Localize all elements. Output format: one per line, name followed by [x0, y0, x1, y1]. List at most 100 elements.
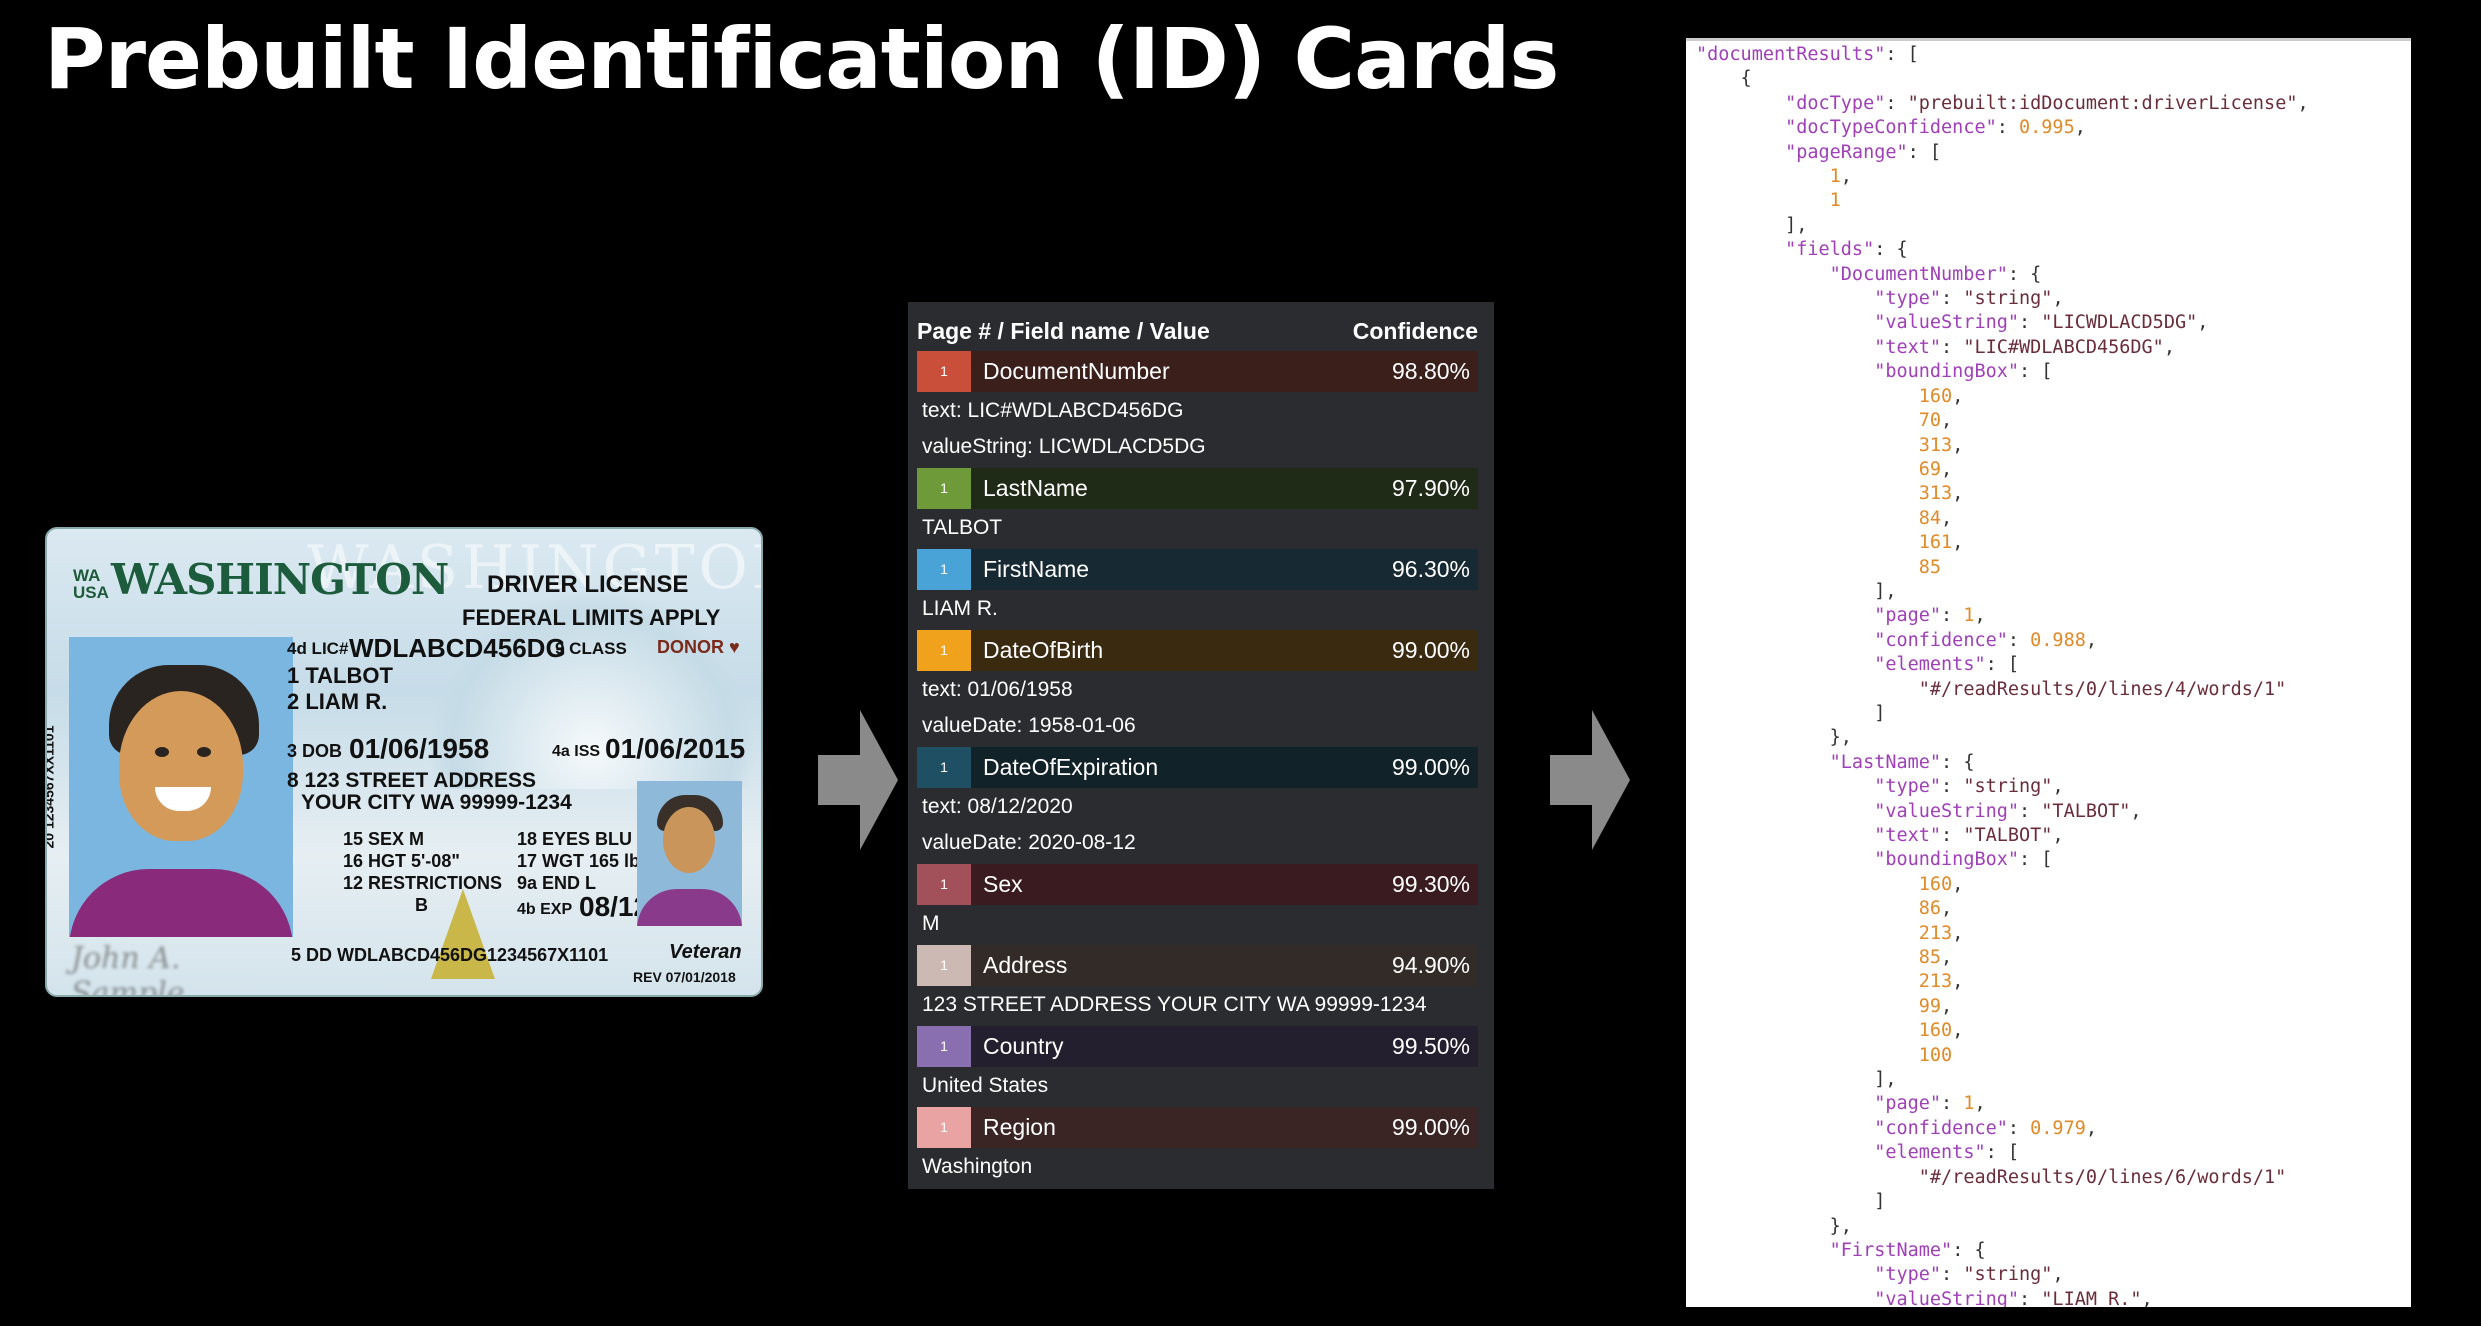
json-token: 99	[1918, 995, 1942, 1017]
json-token: 1	[1829, 166, 1841, 188]
table-row[interactable]: 1 FirstName 96.30%	[917, 549, 1478, 590]
json-line: 160,	[1696, 385, 2411, 409]
confidence-value: 99.00%	[1391, 754, 1470, 780]
json-token: ,	[1952, 532, 1964, 554]
json-token: "LIAM R."	[2041, 1288, 2142, 1307]
json-token: : {	[1874, 239, 1908, 261]
table-row[interactable]: 1 Address 94.90%	[917, 945, 1478, 986]
json-token: "TALBOT"	[1963, 825, 2053, 846]
photo-face	[119, 691, 243, 841]
table-row[interactable]: 1 Region 99.00%	[917, 1107, 1478, 1148]
id-card-image: WASHINGTON WA USA WASHINGTON DRIVER LICE…	[45, 527, 763, 997]
json-token: 85	[1918, 556, 1942, 578]
json-line: },	[1696, 726, 2411, 750]
json-token: ,	[1941, 898, 1953, 920]
signature: John A. Sample	[71, 941, 185, 997]
table-row[interactable]: 1 DocumentNumber 98.80%	[917, 351, 1478, 392]
json-token: 0.988	[2030, 629, 2086, 651]
table-row[interactable]: 1 LastName 97.90%	[917, 468, 1478, 509]
json-token: ,	[1952, 385, 1964, 407]
json-token: :	[1941, 776, 1964, 798]
json-token: "string"	[1963, 1264, 2053, 1286]
json-token: :	[1941, 605, 1964, 627]
json-token: 69	[1918, 458, 1942, 480]
json-line: {	[1696, 67, 2411, 91]
confidence-value: 99.00%	[1391, 1114, 1470, 1140]
json-token: :	[2007, 629, 2031, 651]
json-line: ],	[1696, 1068, 2411, 1092]
json-line: "elements": [	[1696, 1141, 2411, 1165]
json-token: ,	[1941, 507, 1953, 529]
json-line: "fields": {	[1696, 238, 2411, 262]
json-token: ,	[2085, 1117, 2097, 1139]
photo-eye	[155, 747, 169, 757]
json-token: {	[1696, 68, 1752, 90]
json-token: ,	[2052, 825, 2064, 846]
json-token: ,	[2074, 117, 2086, 139]
json-token: ,	[2141, 1288, 2153, 1307]
json-token: ,	[1952, 922, 1964, 944]
json-token: :	[1885, 92, 1908, 114]
page-number-swatch: 1	[917, 351, 971, 392]
field-value: text: 08/12/2020	[922, 795, 1073, 818]
confidence-value: 99.00%	[1391, 637, 1470, 663]
json-token: :	[2019, 800, 2042, 822]
json-line: 85	[1696, 556, 2411, 580]
json-line: 213,	[1696, 922, 2411, 946]
page-title: Prebuilt Identification (ID) Cards	[44, 10, 1559, 108]
json-token: 84	[1918, 507, 1942, 529]
state-name: WASHINGTON	[111, 555, 449, 604]
json-token: ,	[1952, 873, 1964, 895]
json-token: : [	[1985, 654, 2020, 676]
field-name: DateOfExpiration	[983, 754, 1159, 780]
json-line: ],	[1696, 580, 2411, 604]
json-token: 86	[1918, 898, 1942, 920]
json-token: ],	[1696, 1069, 1897, 1091]
page-number-swatch: 1	[917, 1026, 971, 1067]
table-row[interactable]: 1 DateOfExpiration 99.00%	[917, 747, 1478, 788]
field-value: valueString: LICWDLACD5DG	[922, 435, 1206, 458]
field-value: text: 01/06/1958	[922, 678, 1073, 701]
json-token: :	[2007, 1117, 2031, 1139]
json-token: 313	[1918, 434, 1953, 456]
json-token: "TALBOT"	[2041, 800, 2131, 822]
json-token: "pageRange"	[1785, 141, 1908, 163]
weight-field: 17 WGT 165 lb	[517, 851, 641, 871]
json-token: :	[1941, 1093, 1964, 1115]
json-token: ,	[2297, 92, 2309, 114]
table-row[interactable]: 1 Sex 99.30%	[917, 864, 1478, 905]
dob-value: 01/06/1958	[349, 733, 490, 764]
json-token: 1	[1963, 1093, 1975, 1115]
field-name: FirstName	[983, 556, 1090, 582]
veteran-label: Veteran	[669, 941, 742, 963]
confidence-value: 99.50%	[1391, 1033, 1470, 1059]
json-line: 213,	[1696, 970, 2411, 994]
json-line: },	[1696, 1215, 2411, 1239]
dd-number: 5 DD WDLABCD456DG1234567X1101	[291, 945, 609, 965]
json-line: 313,	[1696, 482, 2411, 506]
table-row[interactable]: 1 DateOfBirth 99.00%	[917, 630, 1478, 671]
json-line: "DocumentNumber": {	[1696, 263, 2411, 287]
json-output-panel[interactable]: "documentResults": [ { "docType": "prebu…	[1686, 38, 2411, 1307]
heart-icon: ♥	[729, 637, 740, 657]
json-token: 85	[1918, 947, 1942, 969]
json-token: ],	[1696, 580, 1897, 602]
json-token: "text"	[1874, 336, 1942, 358]
json-token: :	[2019, 312, 2042, 334]
json-token: ,	[1952, 1020, 1964, 1042]
json-line: ]	[1696, 1190, 2411, 1214]
table-row[interactable]: 1 Country 99.50%	[917, 1026, 1478, 1067]
